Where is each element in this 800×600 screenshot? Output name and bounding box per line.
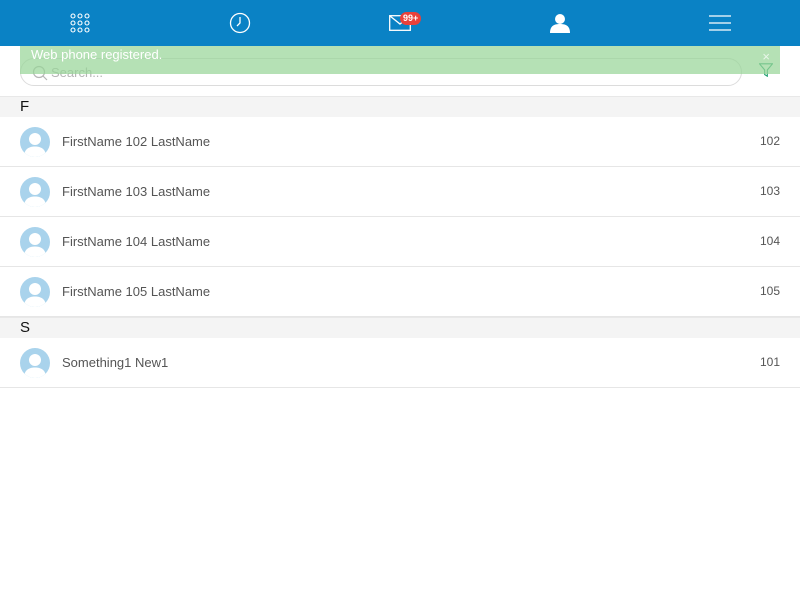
contact-name: FirstName 102 LastName: [62, 134, 211, 149]
contact-row[interactable]: FirstName 102 LastName 102: [0, 117, 800, 167]
contact-extension: 105: [759, 284, 780, 298]
avatar-icon: [20, 127, 50, 157]
contact-name: Something1 New1: [62, 355, 169, 370]
nav-menu[interactable]: [640, 0, 800, 46]
section-header-s: S: [0, 317, 800, 338]
dialpad-icon: [70, 13, 90, 33]
contact-row[interactable]: FirstName 104 LastName 104: [0, 217, 800, 267]
avatar-icon: [20, 177, 50, 207]
menu-icon: [709, 15, 731, 31]
contact-row[interactable]: FirstName 103 LastName 103: [0, 167, 800, 217]
avatar-icon: [20, 227, 50, 257]
avatar-icon: [20, 277, 50, 307]
contact-row[interactable]: Something1 New1 101: [0, 338, 800, 388]
contact-name: FirstName 104 LastName: [62, 234, 211, 249]
nav-messages[interactable]: 99+: [320, 0, 480, 46]
contact-extension: 104: [759, 234, 780, 248]
clock-icon: [229, 12, 251, 34]
nav-contacts[interactable]: [480, 0, 640, 46]
contact-name: FirstName 105 LastName: [62, 284, 211, 299]
contact-list: F FirstName 102 LastName 102 FirstName 1…: [0, 96, 800, 388]
top-nav-bar: 99+: [0, 0, 800, 46]
contact-row[interactable]: FirstName 105 LastName 105: [0, 267, 800, 317]
nav-history[interactable]: [160, 0, 320, 46]
nav-dialpad[interactable]: [0, 0, 160, 46]
toast-close-button[interactable]: ×: [762, 49, 770, 64]
avatar-icon: [20, 348, 50, 378]
section-header-f: F: [0, 96, 800, 117]
contact-extension: 103: [759, 184, 780, 198]
notification-toast: Web phone registered. ×: [20, 46, 780, 74]
contact-name: FirstName 103 LastName: [62, 184, 211, 199]
contact-extension: 102: [759, 134, 780, 148]
toast-message: Web phone registered.: [31, 47, 163, 62]
contact-extension: 101: [759, 355, 780, 369]
user-icon: [550, 14, 570, 33]
unread-badge: 99+: [400, 12, 422, 25]
